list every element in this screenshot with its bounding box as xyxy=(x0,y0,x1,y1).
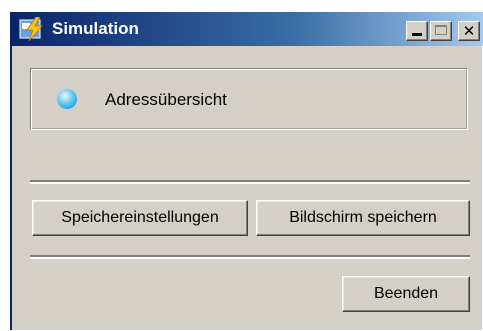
title-bar[interactable]: Simulation ✕ xyxy=(12,12,483,46)
status-panel: Adressübersicht xyxy=(30,68,468,130)
simulation-app-icon xyxy=(19,17,43,41)
separator-top xyxy=(30,180,470,184)
maximize-icon xyxy=(435,25,447,35)
exit-button[interactable]: Beenden xyxy=(342,276,470,312)
simulation-window: Simulation ✕ Adressübersicht Speicherein… xyxy=(10,12,483,330)
minimize-button[interactable] xyxy=(406,21,428,41)
status-label: Adressübersicht xyxy=(105,90,227,109)
save-screen-button[interactable]: Bildschirm speichern xyxy=(256,200,470,236)
window-title: Simulation xyxy=(52,19,139,38)
status-light-icon xyxy=(57,89,77,109)
minimize-icon xyxy=(412,33,422,36)
maximize-button[interactable] xyxy=(430,21,452,41)
separator-bottom xyxy=(30,255,470,259)
close-icon: ✕ xyxy=(462,22,476,40)
close-button[interactable]: ✕ xyxy=(458,21,480,41)
storage-settings-button[interactable]: Speichereinstellungen xyxy=(32,200,248,236)
